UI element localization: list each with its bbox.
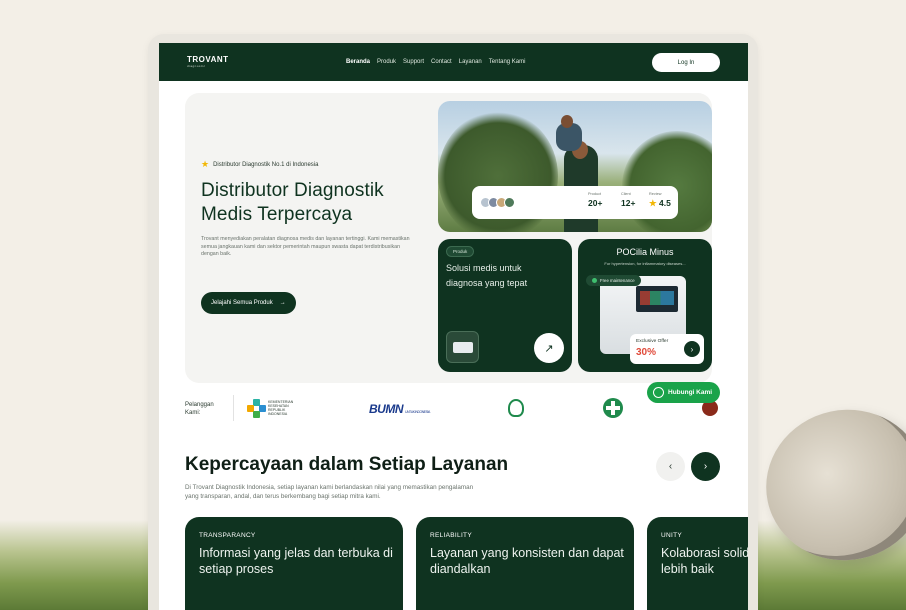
carousel-next-button[interactable]: ›	[691, 452, 720, 481]
pocilia-subtitle: For hypertension, for inflammatory disea…	[604, 261, 686, 266]
solution-text: Solusi medis untuk diagnosa yang tepat	[446, 263, 528, 288]
free-maintenance-chip: Free maintenance	[586, 275, 641, 286]
green-cross-logo	[603, 398, 623, 418]
nav-links: Beranda Produk Support Contact Layanan T…	[346, 59, 525, 65]
divider	[233, 395, 234, 421]
star-icon: ★	[201, 159, 210, 169]
value-card-reliability[interactable]: RELIABILITY Layanan yang konsisten dan d…	[416, 517, 634, 610]
product-solution-card[interactable]: Produk Solusi medis untuk diagnosa yang …	[438, 239, 572, 372]
web-page: TROVANT diagnostic Beranda Produk Suppor…	[159, 43, 748, 610]
section-description: Di Trovant Diagnostik Indonesia, setiap …	[185, 484, 474, 500]
device-thumbnail	[446, 331, 479, 363]
nav-link-support[interactable]: Support	[403, 59, 424, 65]
bumn-logo: BUMN UNTUK INDONESIA	[369, 402, 430, 416]
chevron-right-icon[interactable]: ›	[684, 341, 700, 357]
star-icon: ★	[649, 198, 657, 208]
arrow-right-icon: →	[279, 300, 286, 306]
chevron-left-icon: ‹	[668, 461, 673, 472]
check-icon	[592, 278, 597, 283]
top-navbar: TROVANT diagnostic Beranda Produk Suppor…	[159, 43, 748, 81]
nav-link-produk[interactable]: Produk	[377, 59, 396, 65]
product-tag: Produk	[446, 246, 475, 257]
login-button[interactable]: Log In	[652, 53, 720, 72]
pocilia-product-card[interactable]: POCilia Minus For hypertension, for infl…	[578, 239, 712, 372]
carousel-prev-button[interactable]: ‹	[656, 452, 685, 481]
nav-link-layanan[interactable]: Layanan	[459, 59, 482, 65]
explore-products-button[interactable]: Jelajahi Semua Produk →	[201, 292, 296, 314]
client-avatars	[480, 197, 515, 208]
trovant-logo[interactable]: TROVANT diagnostic	[187, 56, 229, 68]
whatsapp-icon	[653, 387, 664, 398]
clients-label: Pelanggan Kami:	[185, 402, 214, 416]
stat-review: Review ★ 4.5	[649, 192, 671, 208]
stat-product: Product 20+	[588, 192, 603, 208]
stat-client: Client 12+	[621, 192, 636, 208]
hero-description: Trovant menyediakan peralatan diagnosa m…	[201, 236, 410, 257]
value-card-unity[interactable]: UNITY Kolaborasi solid lebih baik	[647, 517, 748, 610]
avatar	[504, 197, 515, 208]
section-title: Kepercayaan dalam Setiap Layanan	[185, 454, 509, 475]
nav-link-tentang-kami[interactable]: Tentang Kami	[489, 59, 526, 65]
hero-title: Distributor Diagnostik Medis Terpercaya	[201, 180, 384, 225]
whatsapp-contact-button[interactable]: Hubungi Kami	[647, 382, 721, 403]
stats-card: Product 20+ Client 12+ Review ★ 4.5	[472, 186, 678, 219]
machine-screen	[636, 286, 678, 312]
cta-label: Jelajahi Semua Produk	[211, 300, 273, 306]
arrow-up-right-icon[interactable]: ↗	[534, 333, 564, 363]
exclusive-offer-box: Exclusive Offer 30% ›	[630, 334, 704, 364]
child-head	[561, 115, 573, 128]
pocilia-title: POCilia Minus	[616, 247, 674, 257]
nav-link-contact[interactable]: Contact	[431, 59, 452, 65]
tagline-text: Distributor Diagnostik No.1 di Indonesia	[213, 161, 319, 168]
hero-family-photo: Product 20+ Client 12+ Review ★ 4.5	[438, 101, 712, 232]
kemenkes-logo: KEMENTERIAN KESEHATAN REPUBLIK INDONESIA	[247, 399, 304, 418]
hero-section: ★ Distributor Diagnostik No.1 di Indones…	[185, 93, 712, 383]
health-emblem-logo	[508, 399, 524, 417]
chevron-right-icon: ›	[703, 461, 708, 472]
nav-link-beranda[interactable]: Beranda	[346, 59, 370, 65]
hero-tagline: ★ Distributor Diagnostik No.1 di Indones…	[201, 159, 318, 170]
value-card-transparency[interactable]: TRANSPARANCY Informasi yang jelas dan te…	[185, 517, 403, 610]
